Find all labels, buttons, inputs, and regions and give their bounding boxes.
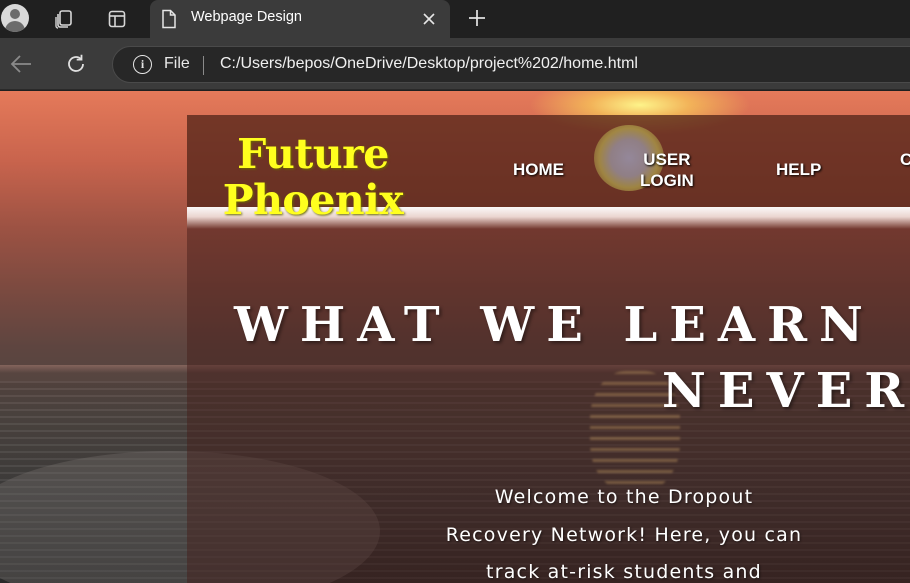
active-tab[interactable]: Webpage Design: [150, 0, 450, 38]
workspaces-icon[interactable]: [50, 5, 78, 33]
plus-icon[interactable]: [465, 6, 489, 30]
info-icon[interactable]: i: [133, 55, 152, 74]
back-arrow-icon[interactable]: [8, 51, 34, 77]
hero-heading-line-1: WHAT WE LEARN: [234, 297, 875, 353]
address-separator: [203, 56, 204, 75]
hero-heading-line-2: NEVER: [662, 363, 910, 419]
welcome-paragraph: Welcome to the Dropout Recovery Network!…: [438, 479, 810, 583]
tab-title: Webpage Design: [191, 9, 302, 25]
welcome-line-3: track at-risk students and: [486, 561, 762, 583]
address-url[interactable]: C:/Users/bepos/OneDrive/Desktop/project%…: [220, 55, 638, 73]
document-favicon-icon: [161, 9, 177, 33]
page-viewport: Future Phoenix HOME USER LOGIN HELP C WH…: [0, 91, 910, 583]
welcome-line-2: Recovery Network! Here, you can: [445, 523, 803, 546]
browser-toolbar: i File C:/Users/bepos/OneDrive/Desktop/p…: [0, 38, 910, 90]
close-icon[interactable]: [420, 10, 438, 28]
profile-avatar-icon[interactable]: [1, 4, 29, 32]
brand-line-1: Future: [237, 130, 389, 178]
tab-strip: Webpage Design: [0, 0, 910, 38]
refresh-icon[interactable]: [63, 51, 89, 77]
nav-user-login-link[interactable]: USER LOGIN: [640, 149, 694, 191]
nav-partial-link[interactable]: C: [900, 149, 910, 170]
address-bar[interactable]: i File C:/Users/bepos/OneDrive/Desktop/p…: [112, 46, 910, 83]
nav-user-login-line-2: LOGIN: [640, 171, 694, 190]
tab-actions-icon[interactable]: [103, 5, 131, 33]
nav-help-link[interactable]: HELP: [776, 159, 821, 180]
welcome-line-1: Welcome to the Dropout: [494, 486, 754, 508]
address-scheme: File: [164, 55, 190, 72]
nav-user-login-line-1: USER: [643, 150, 691, 169]
site-logo-text[interactable]: Future Phoenix: [190, 131, 436, 223]
brand-line-2: Phoenix: [222, 176, 404, 224]
nav-home-link[interactable]: HOME: [513, 159, 564, 180]
